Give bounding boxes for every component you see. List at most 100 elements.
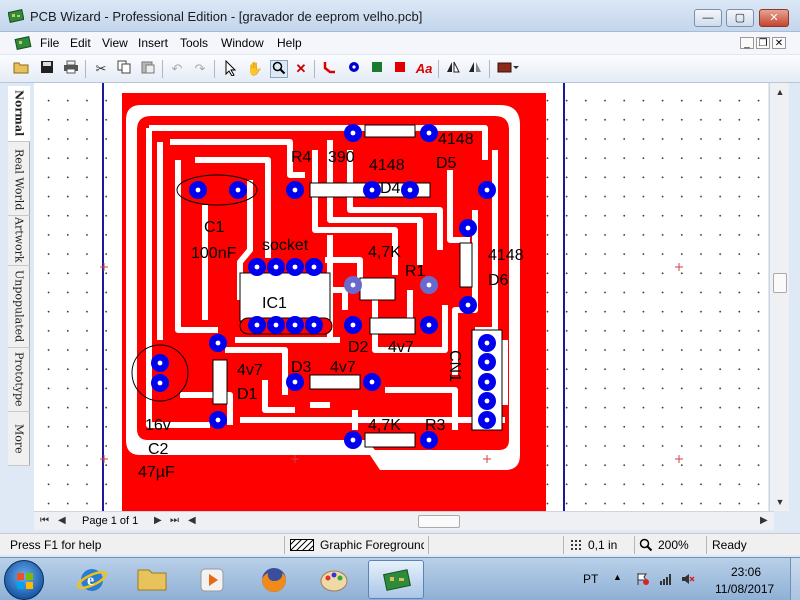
copper-area-icon[interactable] [368, 60, 386, 78]
network-icon[interactable] [659, 572, 673, 586]
vertical-scroll-thumb[interactable] [773, 273, 787, 293]
windows-taskbar: e PT ▲ 23:06 11/08/2017 [0, 557, 800, 600]
label-c2: C2 [148, 441, 169, 458]
flip-icon[interactable] [444, 60, 462, 78]
menu-insert[interactable]: Insert [138, 36, 168, 50]
undo-icon[interactable]: ↶ [168, 60, 186, 78]
label-r4-value: 390 [328, 149, 355, 166]
label-d5: D5 [436, 155, 457, 172]
taskbar-paint[interactable] [306, 560, 362, 599]
tab-unpopulated[interactable]: Unpopulated [8, 266, 30, 348]
taskbar-media-player[interactable] [184, 560, 240, 599]
hand-icon[interactable]: ✋ [246, 60, 264, 78]
volume-muted-icon[interactable] [681, 572, 695, 586]
redo-icon[interactable]: ↷ [191, 60, 209, 78]
open-icon[interactable] [12, 60, 30, 78]
taskbar-explorer[interactable] [124, 560, 180, 599]
zoom-icon[interactable] [270, 60, 288, 78]
label-r1-value: 4,7K [368, 244, 401, 261]
scroll-down-icon[interactable]: ▼ [773, 495, 787, 509]
delete-icon[interactable]: ✕ [292, 60, 310, 78]
firefox-icon [262, 568, 286, 592]
text-icon[interactable]: Aa [413, 60, 435, 78]
tab-prototype[interactable]: Prototype [8, 348, 30, 412]
status-zoom[interactable]: 200% [658, 538, 689, 552]
status-state: Ready [712, 538, 747, 552]
folder-icon [137, 569, 167, 591]
doc-minimize-button[interactable]: _ [740, 37, 754, 49]
tray-expand-icon[interactable]: ▲ [613, 572, 627, 586]
horizontal-scrollbar[interactable]: ⏮ ◀ Page 1 of 1 ▶ ⏭ ◀ ▶ [34, 511, 774, 530]
tab-normal[interactable]: Normal [8, 86, 30, 142]
taskbar-pcb-wizard[interactable] [368, 560, 424, 599]
label-d2-value: 4v7 [388, 339, 414, 356]
select-pointer-icon[interactable] [222, 59, 240, 78]
close-button[interactable]: ✕ [759, 9, 789, 27]
cut-icon[interactable]: ✂ [92, 60, 110, 78]
label-socket: socket [262, 237, 309, 254]
horizontal-scroll-thumb[interactable] [418, 515, 460, 528]
action-center-flag-icon[interactable] [636, 572, 650, 586]
clock-date[interactable]: 11/08/2017 [715, 582, 774, 596]
next-page-icon[interactable]: ▶ [154, 515, 162, 526]
pcb-canvas[interactable]: R4 390 4148 D4 4148 D5 C1 100nF socket 4… [34, 83, 768, 511]
component-gallery-icon[interactable] [496, 60, 520, 78]
tab-artwork[interactable]: Artwork [8, 214, 30, 266]
pad-icon[interactable] [345, 60, 363, 78]
menu-view[interactable]: View [102, 36, 128, 50]
label-d5-value: 4148 [438, 131, 474, 148]
title-bar: PCB Wizard - Professional Edition - [gra… [0, 0, 800, 32]
tab-real-world[interactable]: Real World [8, 144, 30, 216]
tab-more[interactable]: More [8, 412, 30, 466]
minimize-button[interactable]: — [694, 9, 722, 27]
language-indicator[interactable]: PT [583, 572, 598, 586]
clock-time[interactable]: 23:06 [731, 565, 761, 579]
taskbar-firefox[interactable] [246, 560, 302, 599]
page-indicator: Page 1 of 1 [82, 515, 139, 527]
mirror-icon[interactable] [466, 60, 484, 78]
menu-window[interactable]: Window [221, 36, 264, 50]
print-icon[interactable] [62, 60, 80, 78]
internet-explorer-icon: e [76, 569, 108, 591]
copy-icon[interactable] [115, 60, 133, 78]
doc-restore-button[interactable]: ❐ [756, 37, 770, 49]
scroll-left-icon[interactable]: ◀ [188, 515, 196, 526]
status-help: Press F1 for help [10, 538, 102, 552]
label-d6-value: 4148 [488, 247, 524, 264]
paste-icon[interactable] [139, 60, 157, 78]
media-player-icon [200, 568, 224, 592]
label-d2: D2 [348, 339, 369, 356]
status-layer[interactable]: Graphic Foreground [320, 538, 424, 552]
maximize-button[interactable]: ▢ [726, 9, 754, 27]
windows-logo-icon [17, 573, 33, 589]
label-d3: D3 [291, 359, 312, 376]
taskbar-internet-explorer[interactable]: e [64, 560, 120, 599]
save-icon[interactable] [38, 60, 56, 78]
copper-fill-icon[interactable] [391, 60, 409, 78]
scroll-right-icon[interactable]: ▶ [760, 515, 768, 526]
label-r3-value: 4,7K [368, 417, 401, 434]
label-d1-value: 4v7 [237, 362, 263, 379]
label-r3: R3 [425, 417, 446, 434]
pcb-layout[interactable]: R4 390 4148 D4 4148 D5 C1 100nF socket 4… [34, 83, 768, 511]
grid-icon [571, 540, 581, 550]
scroll-up-icon[interactable]: ▲ [773, 85, 787, 99]
menu-help[interactable]: Help [277, 36, 302, 50]
prev-page-icon[interactable]: ◀ [58, 515, 66, 526]
document-icon[interactable] [14, 36, 32, 50]
menu-tools[interactable]: Tools [180, 36, 208, 50]
menu-edit[interactable]: Edit [70, 36, 91, 50]
track-icon[interactable] [321, 60, 339, 78]
vertical-scrollbar[interactable]: ▲ ▼ [769, 83, 789, 511]
doc-close-button[interactable]: ✕ [772, 37, 786, 49]
first-page-icon[interactable]: ⏮ [40, 515, 49, 526]
status-bar: Press F1 for help Graphic Foreground 0,1… [0, 533, 800, 555]
window-title: PCB Wizard - Professional Edition - [gra… [30, 9, 423, 24]
start-button[interactable] [4, 560, 44, 600]
menu-file[interactable]: File [40, 36, 59, 50]
zoom-status-icon [639, 538, 653, 552]
show-desktop-button[interactable] [790, 558, 800, 600]
status-grid[interactable]: 0,1 in [588, 538, 617, 552]
last-page-icon[interactable]: ⏭ [170, 515, 179, 526]
svg-text:e: e [87, 572, 94, 589]
